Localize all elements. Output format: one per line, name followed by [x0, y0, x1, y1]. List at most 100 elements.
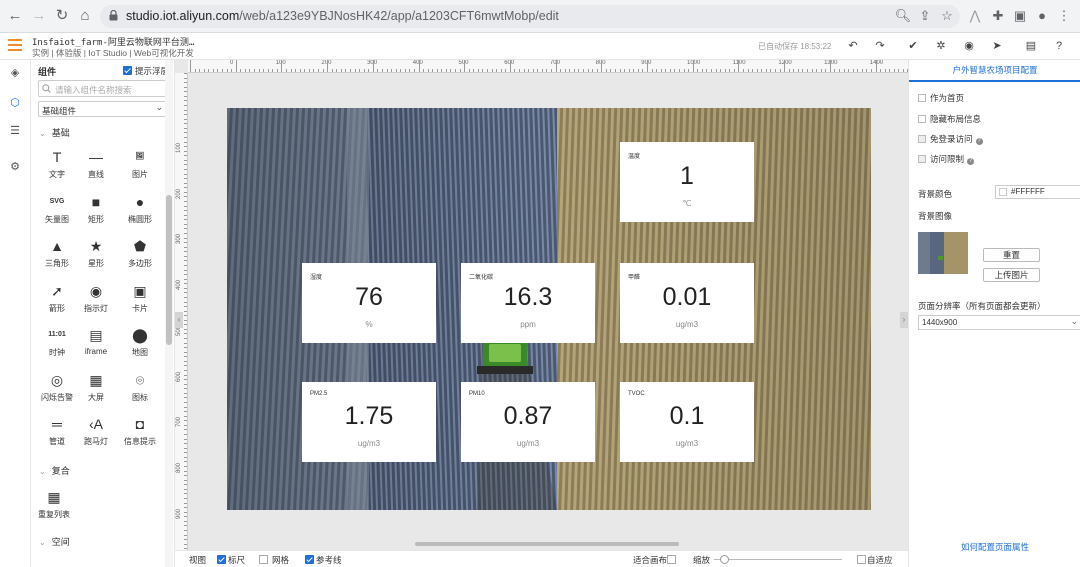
hamburger-menu-icon[interactable] — [8, 39, 22, 51]
home-icon[interactable]: ⌂ — [75, 6, 95, 26]
ruler-checkbox[interactable] — [217, 555, 226, 564]
sensor-card[interactable]: PM10 0.87 ug/m3 — [461, 382, 595, 462]
category-select[interactable]: 基础组件 ⌄ — [38, 101, 168, 117]
component-card[interactable]: ▣ 卡片 — [122, 282, 158, 320]
fit-canvas-checkbox[interactable] — [667, 555, 676, 564]
card-icon: ▣ — [133, 282, 147, 299]
component-image[interactable]: 🖼︎ 图片 — [122, 148, 158, 186]
component-ellipse[interactable]: ● 椭圆形 — [122, 193, 158, 231]
component-map-pin[interactable]: ⬤ 地图 — [122, 326, 158, 364]
component-indicator[interactable]: ◉ 指示灯 — [78, 282, 114, 320]
reset-button[interactable]: 重置 — [983, 248, 1040, 262]
back-icon[interactable]: ← — [5, 6, 25, 26]
component-arrow[interactable]: ➚ 箭形 — [39, 282, 75, 320]
config-panel-title[interactable]: 户外智慧农场项目配置 — [909, 60, 1080, 82]
guides-checkbox[interactable] — [305, 555, 314, 564]
component-clock[interactable]: 11:01 时钟 — [39, 326, 75, 364]
debug-icon[interactable]: ✲ — [933, 38, 949, 54]
no-login-option[interactable]: 免登录访问? — [918, 133, 983, 145]
zoom-label: 缩放 — [693, 555, 711, 565]
component-pipe[interactable]: ═ 管道 — [39, 415, 75, 453]
clock-icon: 11:01 — [48, 331, 66, 338]
share-icon[interactable]: ⇪ — [915, 6, 935, 26]
as-home-checkbox[interactable] — [918, 94, 926, 102]
canvas-horizontal-scrollbar[interactable] — [415, 542, 679, 546]
help-circle-icon[interactable]: ? — [975, 138, 983, 145]
bg-color-input[interactable]: #FFFFFF — [995, 185, 1080, 199]
undo-icon[interactable]: ↶ — [845, 38, 861, 54]
as-home-option[interactable]: 作为首页 — [918, 92, 964, 104]
component-big-screen[interactable]: ▦ 大屏 — [78, 371, 114, 409]
component-iframe[interactable]: ▤ iframe — [78, 326, 114, 364]
settings-gear-icon[interactable]: ⚙ — [8, 160, 22, 174]
no-login-checkbox[interactable] — [918, 135, 926, 143]
card-value: 0.1 — [669, 402, 705, 430]
resolution-select[interactable]: 1440x900 ⌄ — [918, 315, 1080, 330]
upload-image-button[interactable]: 上传图片 — [983, 268, 1040, 282]
layers-icon[interactable]: ◈ — [8, 66, 22, 80]
design-stage[interactable]: 温度 1 ℃ 湿度 76% 二氧化碳 16.3 ppm 甲醛 0.01 ug/m3 PM2.5 1.75… — [227, 108, 871, 510]
grid-checkbox[interactable] — [259, 555, 268, 564]
puzzle-icon[interactable]: ✚ — [988, 6, 1008, 26]
reload-icon[interactable]: ↻ — [52, 6, 72, 26]
hide-layout-option[interactable]: 隐藏布局信息 — [918, 113, 981, 125]
extension-avatar-icon[interactable]: ⋀ — [965, 6, 985, 26]
adaptive-checkbox[interactable] — [857, 555, 866, 564]
group-space[interactable]: ⌄ 空间 — [39, 535, 70, 548]
lock-icon — [109, 10, 118, 21]
component-line[interactable]: — 直线 — [78, 148, 114, 186]
component-marquee[interactable]: ‹A 跑马灯 — [78, 415, 114, 453]
access-limit-option[interactable]: 访问限制? — [918, 153, 975, 165]
more-menu-icon[interactable]: ⋮ — [1054, 6, 1074, 26]
component-svg[interactable]: SVG 矢量图 — [39, 193, 75, 231]
group-composite[interactable]: ⌄ 复合 — [39, 464, 70, 477]
docs-icon[interactable]: ▤ — [1023, 38, 1039, 54]
component-flash-alarm[interactable]: ◎ 闪烁告警 — [39, 371, 75, 409]
collapse-right-icon[interactable]: › — [900, 312, 908, 328]
component-search-input[interactable]: 请输入组件名称搜索 — [38, 80, 168, 97]
sensor-card[interactable]: 湿度 76% — [302, 263, 436, 343]
ruler-tick-label: 600 — [176, 371, 182, 382]
component-star[interactable]: ★ 星形 — [78, 237, 114, 275]
component-info-tip[interactable]: ◘ 信息提示 — [122, 415, 158, 453]
component-triangle[interactable]: ▲ 三角形 — [39, 237, 75, 275]
zoom-slider-knob[interactable] — [720, 555, 729, 564]
publish-send-icon[interactable]: ➤ — [989, 38, 1005, 54]
profile-icon[interactable]: ● — [1032, 6, 1052, 26]
redo-icon[interactable]: ↷ — [872, 38, 888, 54]
svg-icon: SVG — [49, 197, 65, 205]
help-icon[interactable]: ? — [1051, 38, 1067, 54]
zoom-slider[interactable] — [714, 559, 842, 560]
app-breadcrumb: 实例 | 体验版 | IoT Studio | Web可视化开发 — [32, 48, 194, 58]
component-text[interactable]: T 文字 — [39, 148, 75, 186]
address-bar[interactable]: studio.iot.aliyun.com/web/a123e9YBJNosHK… — [100, 5, 960, 28]
component-rectangle[interactable]: ■ 矩形 — [78, 193, 114, 231]
sensor-card[interactable]: 甲醛 0.01 ug/m3 — [620, 263, 754, 343]
sensor-card[interactable]: 温度 1 ℃ — [620, 142, 754, 222]
components-icon[interactable]: ⬡ — [8, 96, 22, 110]
config-help-link[interactable]: 如何配置页面属性 — [909, 541, 1080, 553]
browser-toolbar: ← → ↻ ⌂ studio.iot.aliyun.com/web/a123e9… — [0, 0, 1080, 33]
check-icon[interactable]: ✔ — [905, 38, 921, 54]
pages-icon[interactable]: ☰ — [8, 124, 22, 138]
sensor-card[interactable]: 二氧化碳 16.3 ppm — [461, 263, 595, 343]
group-basic[interactable]: ⌄ 基础 — [39, 126, 70, 139]
show-float-checkbox[interactable] — [123, 66, 132, 75]
forward-icon[interactable]: → — [29, 6, 49, 26]
help-circle-icon[interactable]: ? — [967, 158, 975, 165]
sensor-card[interactable]: PM2.5 1.75 ug/m3 — [302, 382, 436, 462]
color-swatch[interactable] — [999, 188, 1007, 196]
sensor-card[interactable]: TVOC 0.1 ug/m3 — [620, 382, 754, 462]
component-repeat-list[interactable]: ▦ 重复列表 — [36, 488, 72, 526]
access-limit-checkbox[interactable] — [918, 155, 926, 163]
sidepanel-icon[interactable]: ▣ — [1010, 6, 1030, 26]
panel-scrollbar[interactable] — [165, 60, 173, 567]
component-polygon[interactable]: ⬟ 多边形 — [122, 237, 158, 275]
hide-layout-checkbox[interactable] — [918, 115, 926, 123]
collapse-left-icon[interactable]: ‹ — [175, 312, 183, 328]
component-icon[interactable]: ⌾ 图标 — [122, 371, 158, 409]
bookmark-star-icon[interactable]: ☆ — [937, 6, 957, 26]
polygon-icon: ⬟ — [133, 238, 147, 254]
preview-eye-icon[interactable]: ◉ — [961, 38, 977, 54]
zoom-icon[interactable]: 🔍︎ — [893, 6, 913, 26]
